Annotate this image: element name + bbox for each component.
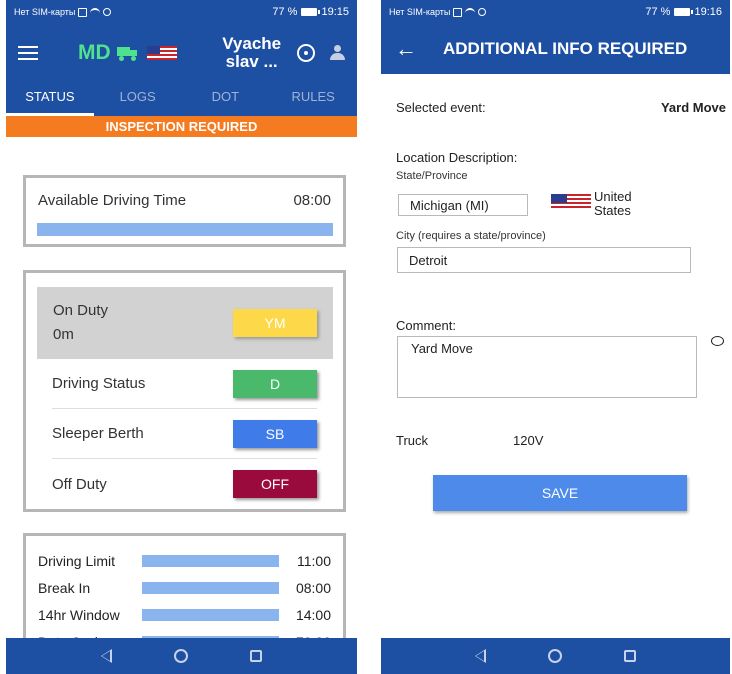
- available-driving-bar: [37, 223, 333, 236]
- status-bar-right: 77 % 19:16: [645, 6, 722, 18]
- clock-text: 19:16: [694, 6, 722, 18]
- selected-event-label: Selected event:: [396, 100, 486, 115]
- state-province-field[interactable]: Michigan (MI): [398, 194, 528, 216]
- available-driving-card: Available Driving Time 08:00: [23, 175, 346, 247]
- limit-value: 11:00: [297, 552, 331, 569]
- system-nav-bar: [381, 638, 730, 674]
- tab-rules[interactable]: RULES: [269, 82, 357, 116]
- city-label: City (requires a state/province): [396, 230, 546, 242]
- wifi-icon: [90, 8, 101, 16]
- status-row-off-duty[interactable]: Off Duty OFF: [52, 459, 317, 509]
- selected-event-value: Yard Move: [660, 100, 726, 115]
- battery-icon: [674, 8, 694, 16]
- nav-home-icon[interactable]: [548, 649, 562, 663]
- limit-label: Break In: [38, 579, 91, 596]
- location-icon: [103, 8, 112, 16]
- nav-recents-icon[interactable]: [624, 650, 636, 662]
- carrier-text: Нет SIM-карты: [389, 7, 451, 17]
- app-bar: MD Vyache slav ...: [6, 24, 357, 82]
- menu-icon[interactable]: [18, 46, 38, 60]
- limits-card: Driving Limit 11:00 Break In 08:00 14hr …: [23, 533, 346, 653]
- driving-button[interactable]: D: [233, 369, 317, 398]
- tab-logs[interactable]: LOGS: [94, 82, 182, 116]
- limit-value: 08:00: [295, 579, 331, 596]
- comment-bubble-icon[interactable]: [711, 336, 724, 346]
- state-province-label: State/Province: [396, 170, 468, 182]
- driving-status-label: Driving Status: [52, 375, 146, 392]
- additional-info-screen: Нет SIM-карты 77 % 19:16 ← ADDITIONAL IN…: [381, 0, 730, 674]
- tab-bar: STATUS LOGS DOT RULES: [6, 82, 357, 116]
- city-field[interactable]: Detroit: [397, 247, 691, 273]
- nav-back-icon[interactable]: [101, 649, 112, 663]
- battery-icon: [301, 8, 321, 16]
- clock-text: 19:15: [321, 6, 349, 18]
- status-row-sleeper[interactable]: Sleeper Berth SB: [52, 409, 317, 459]
- nav-recents-icon[interactable]: [250, 650, 262, 662]
- battery-percent: 77 %: [272, 6, 298, 18]
- status-bar-left: Нет SIM-карты: [14, 7, 112, 17]
- limit-bar: [141, 554, 279, 567]
- state-code: MD: [78, 41, 111, 64]
- steering-wheel-icon[interactable]: [296, 44, 315, 62]
- person-icon[interactable]: [329, 45, 345, 61]
- tab-dot[interactable]: DOT: [182, 82, 270, 116]
- country-name[interactable]: United States: [594, 190, 644, 218]
- system-nav-bar: [6, 638, 357, 674]
- sim-icon: [453, 7, 463, 17]
- limit-row: 14hr Window 14:00: [26, 601, 343, 628]
- status-row-on-duty[interactable]: On Duty 0m YM: [37, 287, 333, 359]
- limit-row: Driving Limit 11:00: [26, 547, 343, 574]
- sim-icon: [78, 7, 88, 17]
- app-bar: ← ADDITIONAL INFO REQUIRED: [381, 24, 730, 74]
- save-button[interactable]: SAVE: [433, 475, 687, 511]
- system-status-bar: Нет SIM-карты 77 % 19:15: [6, 0, 357, 24]
- truck-value: 120V: [513, 433, 544, 448]
- inspection-required-banner[interactable]: INSPECTION REQUIRED: [6, 116, 357, 137]
- limit-label: Driving Limit: [38, 552, 116, 569]
- battery-percent: 77 %: [645, 6, 671, 18]
- limit-bar: [141, 608, 279, 621]
- comment-field[interactable]: Yard Move: [397, 336, 697, 398]
- on-duty-label: On Duty: [53, 302, 109, 319]
- location-description-label: Location Description:: [396, 150, 518, 165]
- on-duty-duration: 0m: [53, 326, 74, 343]
- sleeper-berth-button[interactable]: SB: [233, 419, 317, 448]
- limit-bar: [141, 581, 279, 594]
- off-duty-button[interactable]: OFF: [233, 470, 317, 498]
- tab-status[interactable]: STATUS: [6, 82, 94, 116]
- sleeper-berth-label: Sleeper Berth: [52, 425, 144, 442]
- nav-back-icon[interactable]: [475, 649, 486, 663]
- back-arrow-icon[interactable]: ←: [395, 36, 421, 62]
- carrier-text: Нет SIM-карты: [14, 7, 76, 17]
- truck-icon: [116, 45, 139, 61]
- yard-move-button[interactable]: YM: [233, 309, 317, 337]
- comment-label: Comment:: [396, 318, 456, 333]
- available-driving-label: Available Driving Time: [38, 192, 187, 209]
- limit-row: Break In 08:00: [26, 574, 343, 601]
- off-duty-label: Off Duty: [52, 475, 107, 493]
- us-flag-icon: [551, 194, 591, 210]
- status-row-driving[interactable]: Driving Status D: [52, 359, 317, 409]
- location-icon: [478, 8, 487, 16]
- status-screen: Нет SIM-карты 77 % 19:15 MD Vyache slav …: [6, 0, 357, 674]
- driver-name[interactable]: Vyache slav ...: [217, 35, 287, 71]
- available-driving-value: 08:00: [293, 192, 331, 209]
- truck-label: Truck: [396, 433, 429, 448]
- us-flag-icon: [146, 46, 177, 60]
- status-bar-left: Нет SIM-карты: [389, 7, 487, 17]
- duty-status-card: On Duty 0m YM Driving Status D Sleeper B…: [23, 270, 346, 512]
- nav-home-icon[interactable]: [174, 649, 188, 663]
- wifi-icon: [465, 8, 476, 16]
- system-status-bar: Нет SIM-карты 77 % 19:16: [381, 0, 730, 24]
- limit-value: 14:00: [295, 606, 331, 623]
- limit-label: 14hr Window: [38, 606, 120, 623]
- page-title: ADDITIONAL INFO REQUIRED: [443, 39, 688, 58]
- status-bar-right: 77 % 19:15: [272, 6, 349, 18]
